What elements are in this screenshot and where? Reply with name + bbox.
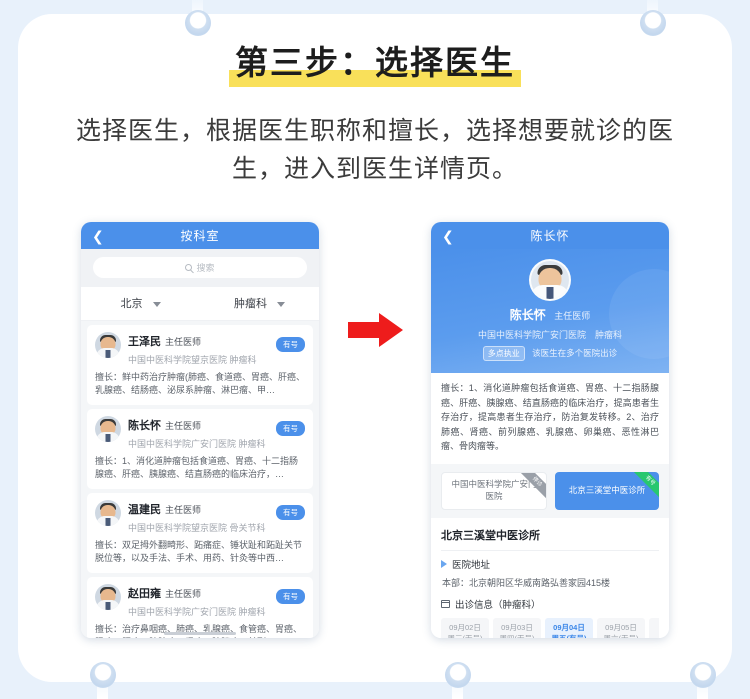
date-chip-week: 周六(无号) bbox=[597, 633, 645, 638]
list-item[interactable]: 有号 王泽民 主任医师 中国中医科学院望京医院 肿瘤科 擅长：鲜中药治疗肿瘤(肺癌… bbox=[87, 325, 313, 406]
schedule-label: 出诊信息（肿瘤科） bbox=[455, 599, 541, 611]
right-nav-title: 陈长怀 bbox=[530, 229, 570, 243]
filter-city[interactable]: 北京 bbox=[81, 295, 200, 311]
home-indicator bbox=[164, 632, 236, 635]
status-badge: 有号 bbox=[276, 589, 305, 605]
doctor-hospital: 中国中医科学院望京医院 骨关节科 bbox=[128, 523, 266, 534]
multi-practice-badge: 多点执业 bbox=[482, 346, 525, 361]
date-chip-week: 周 bbox=[649, 633, 659, 638]
doctor-description: 擅长：治疗鼻咽癌、肺癌、乳腺癌、食管癌、胃癌、肠癌、肝癌、胰腺癌、肾癌、膀胱癌、… bbox=[95, 624, 303, 638]
status-badge: 有号 bbox=[276, 421, 305, 437]
date-chip[interactable]: 09 周 bbox=[649, 617, 659, 638]
date-chip-date: 09 bbox=[649, 622, 659, 633]
avatar bbox=[95, 584, 121, 611]
chevron-down-icon bbox=[277, 301, 286, 307]
doctor-title: 主任医师 bbox=[165, 589, 202, 600]
clinic-name: 北京三溪堂中医诊所 bbox=[441, 529, 540, 542]
doctor-title: 主任医师 bbox=[165, 421, 202, 432]
binder-ring-icon bbox=[640, 10, 666, 36]
doctor-hospital: 中国中医科学院广安门医院 肿瘤科 bbox=[128, 607, 266, 618]
hospital-tabs: 中国中医科学院广安门医院 停诊 北京三溪堂中医诊所 有号 bbox=[431, 463, 669, 518]
chevron-down-icon bbox=[152, 301, 161, 307]
skill-text: 擅长：1、消化道肿瘤包括食道癌、胃癌、十二指肠腺癌、肝癌、胰腺癌、结直肠癌的临床… bbox=[441, 383, 659, 452]
date-chip[interactable]: 09月02日 周三(无号) bbox=[441, 617, 489, 638]
phone-left-screen: ❮ 按科室 搜索 北京 肿瘤科 有号 王泽民 主任医师 中国中医科学院望京医院 … bbox=[81, 222, 319, 638]
doctor-profile-hero: 陈长怀 主任医师 中国中医科学院广安门医院 肿瘤科 多点执业 该医生在多个医院出… bbox=[431, 249, 669, 373]
list-item[interactable]: 有号 陈长怀 主任医师 中国中医科学院广安门医院 肿瘤科 擅长：1、消化道肿瘤包括… bbox=[87, 409, 313, 490]
search-icon bbox=[185, 264, 193, 271]
filter-city-label: 北京 bbox=[120, 298, 143, 310]
address-label: 医院地址 bbox=[452, 559, 491, 571]
address-value: 本部：北京朝阳区华威南路弘善家园415楼 bbox=[442, 577, 611, 588]
date-tabs[interactable]: 09月02日 周三(无号) 09月03日 周四(无号) 09月04日 周五(有号… bbox=[441, 617, 659, 638]
profile-name: 陈长怀 bbox=[509, 308, 546, 322]
list-item[interactable]: 有号 温建民 主任医师 中国中医科学院望京医院 骨关节科 擅长：双足拇外翻畸形、跖… bbox=[87, 493, 313, 574]
chevron-left-icon[interactable]: ❮ bbox=[442, 229, 454, 243]
date-chip-date: 09月02日 bbox=[449, 622, 481, 632]
profile-rank: 主任医师 bbox=[554, 311, 591, 321]
search-placeholder: 搜索 bbox=[196, 263, 215, 273]
hospital-tab-label: 中国中医科学院广安门医院 bbox=[451, 479, 537, 501]
location-arrow-icon bbox=[441, 559, 447, 568]
chevron-left-icon[interactable]: ❮ bbox=[92, 229, 104, 243]
doctor-name: 赵田雍 bbox=[128, 588, 161, 601]
doctor-description: 擅长：鲜中药治疗肿瘤(肺癌、食道癌、胃癌、肝癌、乳腺癌、结肠癌、泌尿系肿瘤、淋巴… bbox=[95, 372, 305, 396]
date-chip-week: 周三(无号) bbox=[441, 633, 489, 638]
date-chip-week: 周四(无号) bbox=[493, 633, 541, 638]
hospital-tab-label: 北京三溪堂中医诊所 bbox=[568, 485, 646, 496]
doctor-description: 擅长：双足拇外翻畸形、跖痛症、锤状趾和跖趾关节脱位等，以及手法、手术、用药、针灸… bbox=[95, 540, 303, 564]
divider bbox=[441, 549, 659, 551]
doctor-title: 主任医师 bbox=[165, 505, 202, 516]
date-chip-date: 09月03日 bbox=[501, 622, 533, 632]
filter-bar: 北京 肿瘤科 bbox=[81, 287, 319, 321]
avatar bbox=[95, 332, 121, 358]
search-band: 搜索 bbox=[81, 249, 319, 287]
hospital-tab-inactive[interactable]: 中国中医科学院广安门医院 停诊 bbox=[441, 471, 547, 510]
status-badge: 有号 bbox=[276, 337, 305, 352]
phone-right-screen: ❮ 陈长怀 陈长怀 主任医师 中国中医科学院广安门医院 肿瘤科 多点执业 该医生… bbox=[431, 222, 669, 638]
page-subtitle: 选择医生，根据医生职称和擅长，选择想要就诊的医生，进入到医生详情页。 bbox=[75, 117, 674, 183]
hospital-tab-active[interactable]: 北京三溪堂中医诊所 有号 bbox=[555, 471, 659, 510]
date-chip-date: 09月04日 bbox=[553, 622, 585, 632]
clinic-detail: 北京三溪堂中医诊所 医院地址 本部：北京朝阳区华威南路弘善家园415楼 出诊信息… bbox=[431, 517, 669, 638]
doctor-name: 温建民 bbox=[128, 504, 161, 517]
doctor-description: 擅长：1、消化道肿瘤包括食道癌、胃癌、十二指肠腺癌、肝癌、胰腺癌、结直肠癌的临床… bbox=[95, 456, 299, 480]
calendar-icon bbox=[441, 599, 450, 608]
list-item[interactable]: 有号 赵田雍 主任医师 中国中医科学院广安门医院 肿瘤科 擅长：治疗鼻咽癌、肺癌、… bbox=[87, 577, 313, 638]
search-input[interactable]: 搜索 bbox=[93, 257, 307, 278]
profile-hospital: 中国中医科学院广安门医院 肿瘤科 bbox=[477, 330, 622, 340]
doctor-hospital: 中国中医科学院广安门医院 肿瘤科 bbox=[128, 439, 266, 450]
title-text: 第三步：选择医生 bbox=[235, 44, 515, 81]
binder-ring-icon bbox=[90, 662, 116, 688]
date-chip-date: 09月05日 bbox=[605, 622, 637, 632]
date-chip[interactable]: 09月05日 周六(无号) bbox=[597, 617, 645, 638]
avatar bbox=[95, 416, 121, 443]
binder-ring-icon bbox=[690, 662, 716, 688]
avatar bbox=[95, 500, 121, 527]
date-chip[interactable]: 09月03日 周四(无号) bbox=[493, 617, 541, 638]
arrow-right-icon bbox=[346, 311, 406, 349]
doctor-hospital: 中国中医科学院望京医院 肿瘤科 bbox=[128, 355, 257, 365]
multi-practice-note: 该医生在多个医院出诊 bbox=[532, 348, 618, 358]
right-nav-bar: ❮ 陈长怀 bbox=[431, 222, 669, 249]
date-chip-week: 周五(有号) bbox=[545, 633, 593, 638]
avatar bbox=[529, 259, 571, 301]
binder-ring-icon bbox=[445, 662, 471, 688]
status-badge: 有号 bbox=[276, 505, 305, 521]
left-nav-title: 按科室 bbox=[180, 229, 220, 243]
skill-section: 擅长：1、消化道肿瘤包括食道癌、胃癌、十二指肠腺癌、肝癌、胰腺癌、结直肠癌的临床… bbox=[431, 373, 669, 464]
address-row: 医院地址 bbox=[441, 557, 659, 571]
doctor-title: 主任医师 bbox=[165, 337, 202, 347]
left-nav-bar: ❮ 按科室 bbox=[81, 222, 319, 249]
filter-department[interactable]: 肿瘤科 bbox=[200, 295, 319, 311]
doctor-name: 王泽民 bbox=[128, 336, 161, 348]
page-title: 第三步：选择医生 bbox=[0, 36, 750, 87]
doctor-list[interactable]: 有号 王泽民 主任医师 中国中医科学院望京医院 肿瘤科 擅长：鲜中药治疗肿瘤(肺癌… bbox=[81, 321, 319, 638]
date-chip-selected[interactable]: 09月04日 周五(有号) bbox=[545, 617, 593, 638]
filter-department-label: 肿瘤科 bbox=[233, 298, 267, 310]
binder-ring-icon bbox=[185, 10, 211, 36]
schedule-row: 出诊信息（肿瘤科） bbox=[441, 597, 659, 611]
doctor-name: 陈长怀 bbox=[128, 420, 161, 433]
